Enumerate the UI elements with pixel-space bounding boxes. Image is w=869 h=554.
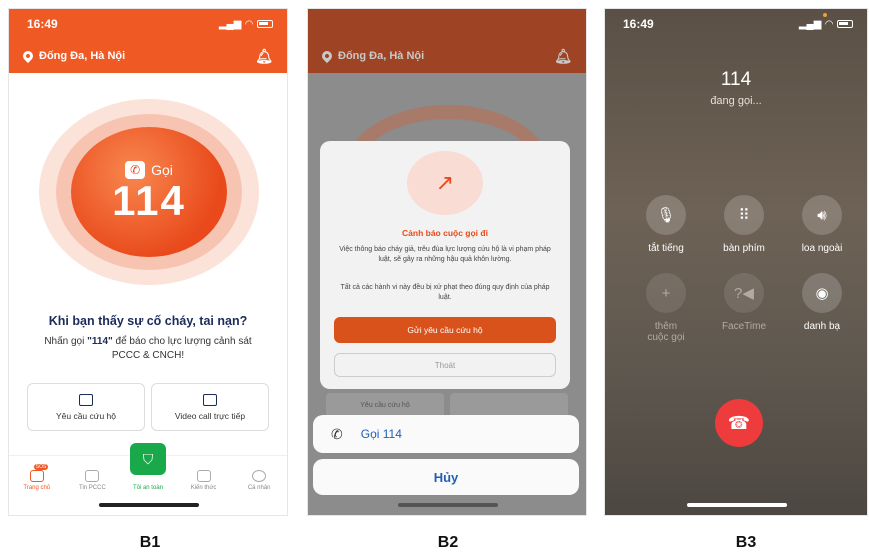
tab-profile-label: Cá nhân (247, 485, 271, 491)
speaker-icon: 🔊︎ (802, 195, 842, 235)
exit-button[interactable]: Thoát (334, 353, 556, 377)
wifi-icon: ◠ (825, 18, 833, 30)
call-option-label: Gọi 114 (360, 427, 402, 441)
home-indicator (687, 503, 787, 507)
signal-icon: ▂▄▆ (218, 18, 242, 30)
subline-prefix: Nhấn gọi (44, 336, 88, 347)
speaker-button[interactable]: 🔊︎ loa ngoài (787, 195, 857, 254)
call-number: 114 (112, 177, 186, 224)
battery-icon (257, 20, 273, 28)
status-bar: 16:49 ▂▄▆ ◠ (605, 9, 867, 39)
phone-screen-b1: 16:49 ▂▄▆ ◠ Đống Đa, Hà Nội 🔔︎ ✆ Gọi 114… (8, 8, 288, 516)
phone-screen-b3: 16:49 ▂▄▆ ◠ 114 đang gọi... 🎙︎ tắt tiếng… (604, 8, 868, 516)
battery-icon (837, 20, 853, 28)
call-114-button[interactable]: ✆ Gọi 114 (39, 99, 259, 285)
rescue-request-dimmed: Yêu cầu cứu hộ (326, 393, 444, 417)
tab-safe-label: Tôi an toàn (132, 485, 163, 491)
contacts-label: danh bạ (803, 321, 841, 332)
tab-home-label: Trang chủ (23, 485, 51, 491)
plus-icon: + (646, 273, 686, 313)
dialog-text: Việc thông báo cháy giả, trêu đùa lực lư… (339, 246, 551, 263)
add-call-button[interactable]: + thêm cuộc gọi (631, 273, 701, 343)
fire-icon (85, 470, 100, 482)
bell-icon[interactable]: 🔔︎ (255, 48, 273, 65)
phone-screen-b2: Đống Đa, Hà Nội 🔔︎ ↗ Cảnh báo cuộc gọi đ… (307, 8, 587, 516)
home-indicator (99, 503, 199, 507)
keypad-label: bàn phím (723, 243, 765, 254)
contact-icon: ◉ (802, 273, 842, 313)
sos-badge: SOS (33, 464, 49, 470)
signal-icon: ▂▄▆ (798, 18, 822, 30)
video-call-label: Video call trực tiếp (174, 410, 246, 421)
speaker-label: loa ngoài (801, 243, 843, 254)
location-label: Đống Đa, Hà Nội (39, 50, 126, 62)
phone-icon: ✆ (331, 425, 343, 442)
contacts-button[interactable]: ◉ danh bạ (787, 273, 857, 332)
keypad-button[interactable]: ⠿ bàn phím (709, 195, 779, 254)
call-114-option[interactable]: ✆ Gọi 114 (313, 415, 579, 453)
status-icons: ▂▄▆ ◠ (219, 19, 273, 30)
tab-knowledge[interactable]: Kiến thức (179, 470, 229, 491)
send-rescue-request-button[interactable]: Gửi yêu cầu cứu hộ (334, 317, 556, 343)
tab-news[interactable]: Tin PCCC (67, 470, 117, 491)
status-time: 16:49 (27, 17, 58, 31)
video-call-dimmed (450, 393, 568, 417)
bell-icon: 🔔︎ (554, 47, 572, 64)
keypad-icon: ⠿ (724, 195, 764, 235)
call-status: đang gọi... (710, 95, 762, 107)
location-label-dimmed: Đống Đa, Hà Nội (338, 50, 425, 62)
warning-dialog: ↗ Cảnh báo cuộc gọi đi Việc thông báo ch… (320, 141, 570, 389)
home-icon (29, 470, 44, 482)
dialog-text-secondary: Tất cả các hành vi này đều bị xử phạt th… (340, 284, 550, 301)
tab-home[interactable]: SOS Trang chủ (12, 464, 62, 491)
app-bar: Đống Đa, Hà Nội 🔔︎ (9, 39, 287, 73)
document-icon (79, 393, 93, 406)
subline: Nhấn gọi "114" để báo cho lực lượng cảnh… (29, 335, 267, 363)
subline-suffix: để báo cho lực lượng cảnh sát PCCC & CNC… (111, 336, 252, 361)
video-call-button[interactable]: Video call trực tiếp (151, 383, 269, 431)
rescue-request-label: Yêu cầu cứu hộ (55, 410, 117, 421)
mute-button[interactable]: 🎙︎ tắt tiếng (631, 195, 701, 254)
step-label-b2: B2 (437, 534, 459, 551)
location-selector-dimmed: Đống Đa, Hà Nội (319, 48, 425, 64)
add-call-label: thêm cuộc gọi (647, 321, 685, 343)
mute-label: tắt tiếng (648, 243, 684, 254)
outgoing-call-icon: ↗ (407, 151, 483, 215)
status-icons: ▂▄▆ ◠ (799, 19, 853, 30)
status-bar: 16:49 ▂▄▆ ◠ (9, 9, 287, 39)
location-pin-icon (20, 48, 36, 64)
home-indicator (398, 503, 498, 507)
video-contact-icon (203, 393, 217, 406)
rescue-request-button[interactable]: Yêu cầu cứu hộ (27, 383, 145, 431)
cancel-button[interactable]: Hủy (313, 459, 579, 495)
location-selector[interactable]: Đống Đa, Hà Nội (20, 48, 126, 64)
call-ring: ✆ Gọi 114 (56, 114, 242, 270)
call-label: Gọi (151, 162, 173, 178)
location-pin-icon (319, 48, 335, 64)
facetime-label: FaceTime (721, 321, 767, 332)
subline-number: "114" (87, 336, 113, 347)
hang-up-icon: ☎ (727, 412, 751, 433)
wifi-icon: ◠ (245, 18, 253, 30)
app-bar-dimmed: Đống Đa, Hà Nội 🔔︎ (308, 39, 586, 73)
smiley-icon (252, 470, 267, 482)
calling-number: 114 (720, 69, 752, 90)
tools-icon (196, 470, 211, 482)
step-label-b1: B1 (139, 534, 161, 551)
facetime-icon: ?◀ (724, 273, 764, 313)
end-call-button[interactable]: ☎ (715, 399, 763, 447)
call-core: ✆ Gọi 114 (71, 127, 227, 257)
step-label-b3: B3 (735, 534, 757, 551)
tab-profile[interactable]: Cá nhân (234, 470, 284, 491)
dialog-title: Cảnh báo cuộc gọi đi (402, 228, 488, 238)
tab-news-label: Tin PCCC (79, 485, 106, 491)
mic-off-icon: 🎙︎ (646, 195, 686, 235)
headline: Khi bạn thấy sự cố cháy, tai nạn? (48, 314, 248, 328)
mic-indicator-dot (823, 13, 827, 17)
tab-knowledge-label: Kiến thức (190, 485, 217, 491)
shield-icon[interactable]: ⛉ (130, 443, 166, 475)
facetime-button[interactable]: ?◀ FaceTime (709, 273, 779, 332)
status-time: 16:49 (623, 17, 654, 31)
